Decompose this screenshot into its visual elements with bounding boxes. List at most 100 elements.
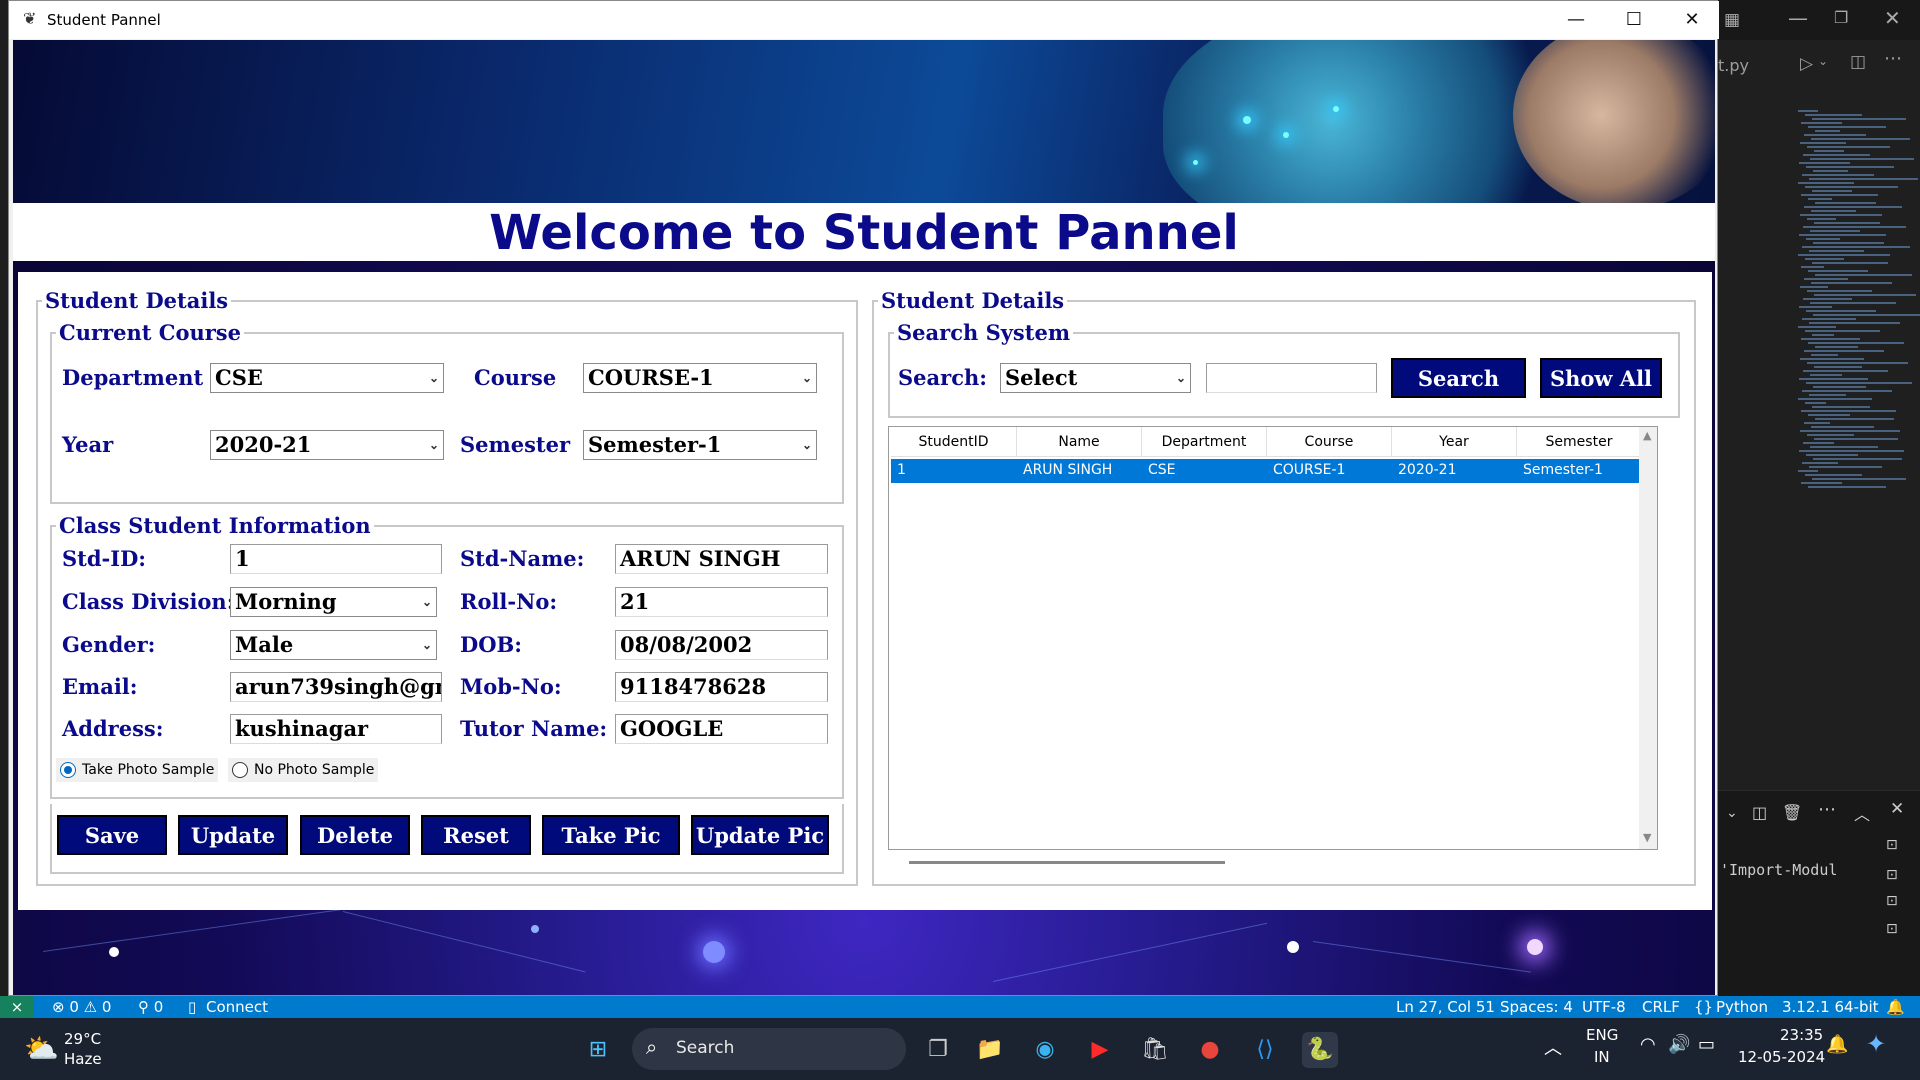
mob-no-field[interactable]: 9118478628 — [615, 672, 828, 702]
terminal-instance-icon[interactable]: ⊡ — [1886, 921, 1898, 937]
std-name-field[interactable]: ARUN SINGH — [615, 544, 828, 574]
youtube-icon[interactable]: ▶ — [1082, 1032, 1118, 1068]
vertical-scrollbar[interactable]: ▲ ▼ — [1639, 427, 1657, 849]
column-header[interactable]: Semester — [1517, 427, 1642, 457]
more-actions-icon[interactable]: ⋯ — [1818, 799, 1836, 820]
scroll-up-icon[interactable]: ▲ — [1643, 429, 1651, 442]
copilot-icon[interactable]: ✦ — [1866, 1030, 1886, 1058]
minimize-button[interactable]: — — [1547, 1, 1605, 39]
update-button[interactable]: Update — [178, 815, 288, 855]
scroll-down-icon[interactable]: ▼ — [1643, 831, 1651, 844]
class-division-combobox[interactable]: Morning ⌄ — [230, 587, 437, 617]
taskbar-search[interactable]: ⌕ Search — [632, 1028, 906, 1070]
trash-icon[interactable]: 🗑 — [1782, 803, 1802, 822]
language-indicator-line1[interactable]: ENG — [1586, 1026, 1618, 1044]
edge-browser-icon[interactable]: ◉ — [1027, 1032, 1063, 1068]
email-field[interactable]: arun739singh@gma — [230, 672, 442, 702]
delete-button[interactable]: Delete — [300, 815, 410, 855]
department-combobox[interactable]: CSE ⌄ — [210, 363, 444, 393]
no-photo-radio[interactable]: No Photo Sample — [228, 758, 379, 782]
semester-combobox[interactable]: Semester-1 ⌄ — [583, 430, 817, 460]
weather-temp[interactable]: 29°C — [64, 1030, 101, 1048]
terminal-instance-icon[interactable]: ⊡ — [1886, 837, 1898, 853]
take-pic-button[interactable]: Take Pic — [542, 815, 680, 855]
radio-unselected-icon — [232, 762, 248, 778]
weather-icon[interactable]: ⛅ — [24, 1032, 59, 1065]
terminal-instance-icon[interactable]: ⊡ — [1886, 867, 1898, 883]
split-terminal-icon[interactable]: ◫ — [1752, 803, 1767, 822]
table-row[interactable]: 1 ARUN SINGH CSE COURSE-1 2020-21 Semest… — [891, 459, 1655, 483]
minimize-icon[interactable]: — — [1788, 6, 1808, 30]
column-header[interactable]: Year — [1392, 427, 1517, 457]
encoding[interactable]: UTF-8 — [1582, 998, 1626, 1016]
terminal-instance-icon[interactable]: ⊡ — [1886, 893, 1898, 909]
restore-icon[interactable]: ❐ — [1834, 8, 1848, 27]
tutor-name-label: Tutor Name: — [460, 716, 608, 741]
year-combobox[interactable]: 2020-21 ⌄ — [210, 430, 444, 460]
take-photo-radio[interactable]: Take Photo Sample — [56, 758, 219, 782]
horizontal-scrollbar[interactable] — [909, 861, 1225, 864]
microsoft-store-icon[interactable]: 🛍 — [1137, 1032, 1173, 1068]
frame-title: Class Student Information — [56, 513, 374, 538]
problems-indicator[interactable]: ⊗ 0 ⚠ 0 — [52, 998, 111, 1016]
close-icon[interactable]: ✕ — [1884, 6, 1901, 30]
roll-no-field[interactable]: 21 — [615, 587, 828, 617]
search-input[interactable] — [1206, 363, 1377, 393]
windows-start-icon[interactable]: ⊞ — [580, 1032, 616, 1068]
task-view-icon[interactable]: ❐ — [920, 1032, 956, 1068]
column-header[interactable]: Name — [1017, 427, 1142, 457]
search-button[interactable]: Search — [1391, 358, 1526, 398]
clock-time[interactable]: 23:35 — [1780, 1026, 1823, 1044]
python-app-icon[interactable]: 🐍 — [1302, 1032, 1338, 1068]
layout-icon[interactable]: ▦ — [1724, 10, 1740, 30]
column-header[interactable]: StudentID — [891, 427, 1017, 457]
volume-icon[interactable]: 🔊 — [1668, 1034, 1690, 1055]
tutor-name-field[interactable]: GOOGLE — [615, 714, 828, 744]
more-actions-icon[interactable]: ⋯ — [1884, 48, 1902, 69]
vscode-editor-tab[interactable]: t.py ▷ ⌄ ◫ ⋯ — [1718, 46, 1920, 86]
close-button[interactable]: ✕ — [1663, 1, 1721, 39]
show-all-button[interactable]: Show All — [1540, 358, 1662, 398]
connect-indicator[interactable]: Connect — [206, 998, 268, 1016]
search-by-combobox[interactable]: Select ⌄ — [1000, 363, 1191, 393]
file-explorer-icon[interactable]: 📁 — [972, 1032, 1008, 1068]
gender-combobox[interactable]: Male ⌄ — [230, 630, 437, 660]
run-icon[interactable]: ▷ — [1800, 54, 1813, 74]
line-ending[interactable]: CRLF — [1642, 998, 1680, 1016]
column-header[interactable]: Department — [1142, 427, 1267, 457]
terminal-panel[interactable]: ⌄ ◫ 🗑 ⋯ ︿ ✕ 'Import-Modul ⊡ ⊡ ⊡ ⊡ — [1718, 790, 1920, 1000]
student-table[interactable]: StudentID Name Department Course Year Se… — [888, 426, 1658, 864]
python-interpreter[interactable]: 3.12.1 64-bit — [1782, 998, 1879, 1016]
minimap[interactable] — [1798, 110, 1920, 490]
chevron-down-icon[interactable]: ⌄ — [1726, 805, 1738, 821]
language-mode[interactable]: Python — [1716, 998, 1768, 1016]
battery-icon[interactable]: ▭ — [1698, 1034, 1715, 1055]
update-pic-button[interactable]: Update Pic — [691, 815, 829, 855]
maximize-button[interactable]: ☐ — [1605, 1, 1663, 39]
vscode-icon[interactable]: ⟨⟩ — [1247, 1032, 1283, 1068]
wifi-icon[interactable]: ◠ — [1640, 1034, 1656, 1055]
dob-field[interactable]: 08/08/2002 — [615, 630, 828, 660]
address-field[interactable]: kushinagar — [230, 714, 442, 744]
indentation[interactable]: Spaces: 4 — [1500, 998, 1573, 1016]
weather-desc[interactable]: Haze — [64, 1050, 102, 1068]
reset-button[interactable]: Reset — [421, 815, 531, 855]
save-button[interactable]: Save — [57, 815, 167, 855]
column-header[interactable]: Course — [1267, 427, 1392, 457]
bell-icon[interactable]: 🔔 — [1886, 998, 1905, 1016]
course-combobox[interactable]: COURSE-1 ⌄ — [583, 363, 817, 393]
cursor-position[interactable]: Ln 27, Col 51 — [1396, 998, 1495, 1016]
chrome-icon[interactable]: ● — [1192, 1032, 1228, 1068]
chevron-up-icon[interactable]: ︿ — [1544, 1034, 1562, 1060]
ports-indicator[interactable]: ⚲ 0 — [138, 998, 163, 1016]
maximize-panel-icon[interactable]: ︿ — [1854, 801, 1870, 825]
std-id-field[interactable]: 1 — [230, 544, 442, 574]
remote-icon[interactable]: ⨯ — [0, 996, 34, 1018]
close-panel-icon[interactable]: ✕ — [1890, 799, 1904, 819]
split-editor-icon[interactable]: ◫ — [1850, 52, 1866, 72]
banner-image — [13, 40, 1715, 203]
notification-bell-icon[interactable]: 🔔 — [1826, 1034, 1848, 1055]
clock-date[interactable]: 12-05-2024 — [1738, 1048, 1825, 1066]
chevron-down-icon[interactable]: ⌄ — [1818, 54, 1828, 68]
language-indicator-line2[interactable]: IN — [1594, 1048, 1610, 1066]
